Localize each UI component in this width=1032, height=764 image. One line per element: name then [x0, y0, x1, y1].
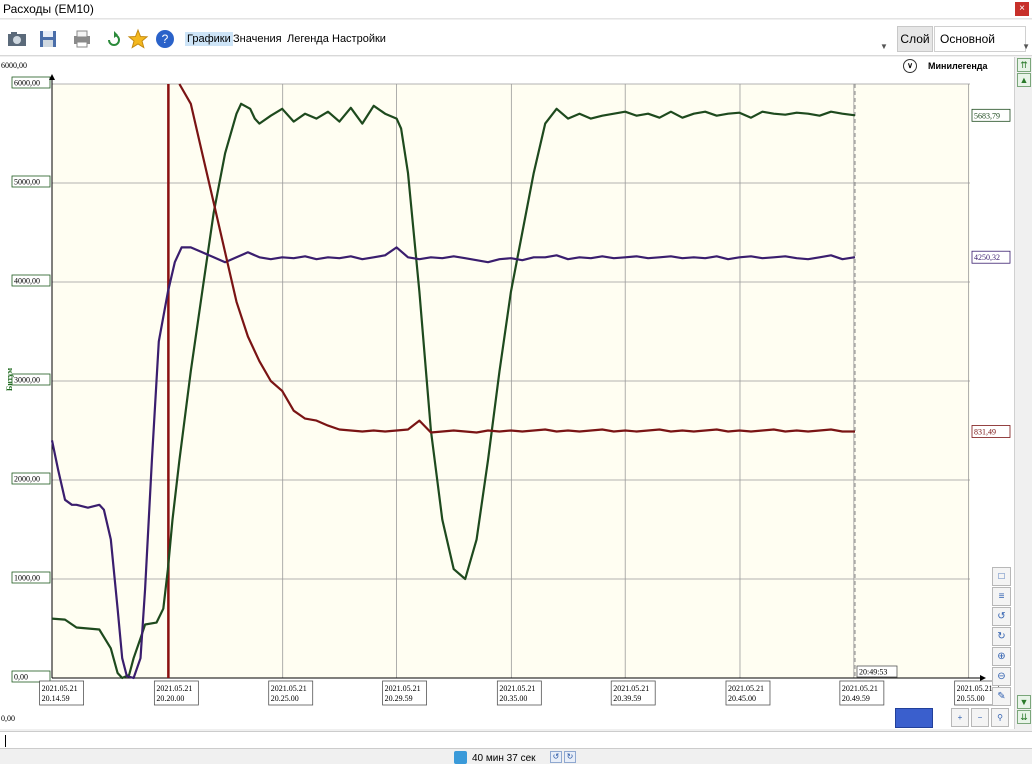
title-bar: Расходы (EM10) ×	[0, 0, 1032, 19]
chart-area[interactable]: 0,00 1000,00 2000,00 3000,00 4000,00 5000,00 6…	[0, 57, 1014, 729]
x-tick-date: 2021.05.21	[156, 684, 192, 693]
x-tick-time: 20.35.00	[499, 694, 527, 703]
window-title: Расходы (EM10)	[3, 2, 94, 16]
undo-icon[interactable]: ↺	[992, 607, 1011, 626]
tab-legend[interactable]: Легенда	[285, 32, 331, 46]
x-tick-time: 20.39.59	[613, 694, 641, 703]
scroll-up-button[interactable]: ▲	[1017, 73, 1031, 87]
zoom-panel: + − ⚲	[951, 708, 1011, 728]
tab-graphs[interactable]: Графики	[185, 32, 233, 46]
layer-label: Слой	[897, 26, 933, 52]
grid-view-icon[interactable]	[895, 708, 933, 728]
star-icon[interactable]	[127, 28, 149, 50]
layer-caret-icon: ▼	[880, 42, 888, 51]
end-marker-label: 20:49:53	[859, 668, 887, 677]
x-tick-time: 20.45.00	[728, 694, 756, 703]
refresh-icon[interactable]	[103, 28, 125, 50]
x-tick-date: 2021.05.21	[728, 684, 764, 693]
chart-tools-panel: □ ≡ ↺ ↻ ⊕ ⊖ ✎	[992, 567, 1012, 707]
minilegend-label: Минилегенда	[928, 61, 988, 71]
y-tick-label: 2000,00	[14, 475, 40, 484]
layer-select[interactable]: Основной	[934, 26, 1026, 52]
save-icon[interactable]	[37, 28, 59, 50]
y-tick-label: 4000,00	[14, 277, 40, 286]
y-bottom-outer-label: 0,00	[1, 714, 15, 723]
x-tick-time: 20.29.59	[385, 694, 413, 703]
zoom-out-button[interactable]: −	[971, 708, 989, 727]
command-input[interactable]	[0, 731, 1032, 749]
edit-icon[interactable]: ✎	[992, 687, 1011, 706]
zoom-icon[interactable]: ⊕	[992, 647, 1011, 666]
search-icon[interactable]: ⚲	[991, 708, 1009, 727]
y-tick-label: 5000,00	[14, 178, 40, 187]
minilegend[interactable]: ∨ Минилегенда	[898, 59, 1014, 73]
close-button[interactable]: ×	[1015, 2, 1029, 16]
camera-icon[interactable]	[6, 28, 28, 50]
y-tick-label: 6000,00	[14, 79, 40, 88]
text-caret	[5, 735, 6, 747]
x-tick-time: 20.14.59	[42, 694, 70, 703]
x-tick-time: 20.25.00	[271, 694, 299, 703]
series-value-label-0: 5683,79	[974, 111, 1000, 120]
scroll-bottom-button[interactable]: ⇊	[1017, 710, 1031, 724]
x-tick-date: 2021.05.21	[271, 684, 307, 693]
print-icon[interactable]	[71, 28, 93, 50]
x-tick-date: 2021.05.21	[499, 684, 535, 693]
x-tick-date: 2021.05.21	[42, 684, 78, 693]
help-icon[interactable]: ?	[154, 28, 176, 50]
layer-dropdown-icon[interactable]: ▼	[1022, 42, 1030, 51]
forward-icon[interactable]: ↻	[564, 751, 576, 763]
chart-svg: 0,00 1000,00 2000,00 3000,00 4000,00 5000,00 6…	[1, 61, 1011, 723]
y-tick-label: 0,00	[14, 673, 28, 682]
x-tick-date: 2021.05.21	[957, 684, 993, 693]
scroll-top-button[interactable]: ⇈	[1017, 58, 1031, 72]
x-tick-time: 20.20.00	[156, 694, 184, 703]
x-tick-time: 20.55.00	[957, 694, 985, 703]
x-tick-time: 20.49.59	[842, 694, 870, 703]
vertical-scrollbar[interactable]: ⇈ ▲ ▼ ⇊	[1014, 57, 1032, 729]
y-axis-label: Битум	[5, 367, 14, 391]
elapsed-time: 40 мин 37 сек	[472, 753, 536, 764]
status-bar: 40 мин 37 сек ↺ ↻	[0, 750, 1032, 764]
scroll-down-button[interactable]: ▼	[1017, 695, 1031, 709]
tab-settings[interactable]: Настройки	[330, 32, 388, 46]
x-tick-date: 2021.05.21	[842, 684, 878, 693]
tab-values[interactable]: Значения	[231, 32, 284, 46]
zoom-out-icon[interactable]: ⊖	[992, 667, 1011, 686]
x-tick-date: 2021.05.21	[385, 684, 421, 693]
redo-icon[interactable]: ↻	[992, 627, 1011, 646]
svg-text:?: ?	[162, 32, 169, 46]
select-area-icon[interactable]: □	[992, 567, 1011, 586]
x-axis-arrow	[980, 675, 986, 681]
back-icon[interactable]: ↺	[550, 751, 562, 763]
chevron-down-icon[interactable]: ∨	[903, 59, 917, 73]
y-tick-label: 1000,00	[14, 574, 40, 583]
zoom-in-button[interactable]: +	[951, 708, 969, 727]
y-tick-label: 3000,00	[14, 376, 40, 385]
toolbar: ? Графики Значения Легенда Настройки ▼ С…	[0, 20, 1032, 56]
y-top-outer-label: 6000,00	[1, 61, 27, 70]
app-window: Расходы (EM10) × ? Графики Значения Леге…	[0, 0, 1032, 764]
series-value-label-1: 4250,32	[974, 253, 1000, 262]
clock-icon	[454, 751, 467, 764]
x-tick-date: 2021.05.21	[613, 684, 649, 693]
ruler-icon[interactable]: ≡	[992, 587, 1011, 606]
series-value-label-2: 831,49	[974, 427, 996, 436]
